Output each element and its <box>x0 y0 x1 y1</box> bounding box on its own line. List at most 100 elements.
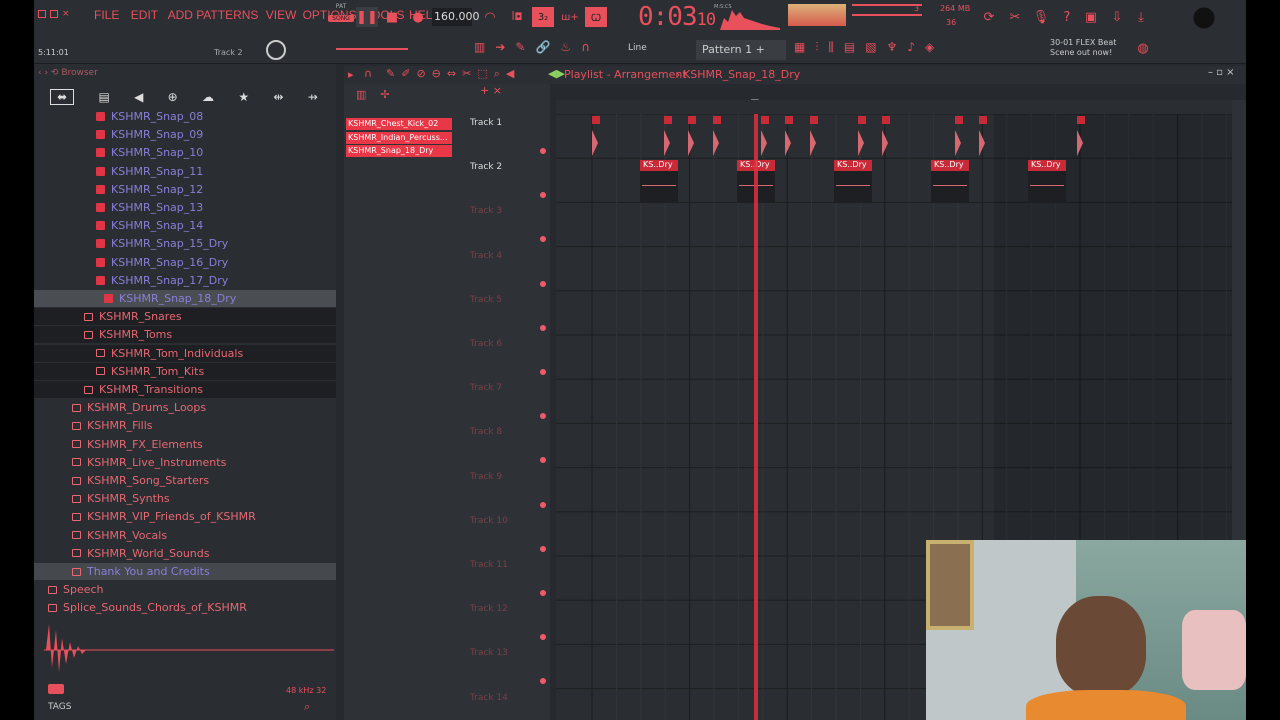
track-mute-button[interactable] <box>540 280 546 287</box>
tempo-tap-icon[interactable]: ♪ <box>907 40 915 60</box>
save-icon[interactable]: ▣ <box>1080 7 1102 27</box>
track-name[interactable]: Track 7 <box>470 383 502 393</box>
browser-item[interactable]: KSHMR_Snap_15_Dry <box>34 235 336 252</box>
track-mute-button[interactable] <box>540 590 546 596</box>
track-name[interactable]: Track 5 <box>470 295 502 305</box>
piano-roll-icon[interactable]: ▤ <box>844 40 855 60</box>
undo-icon[interactable]: ⟳ <box>978 7 1000 27</box>
link-icon[interactable]: 🔗 <box>535 40 550 60</box>
piano-icon[interactable]: ▥ <box>474 40 485 60</box>
browser-item[interactable]: Splice_Sounds_Chords_of_KSHMR <box>34 599 336 614</box>
delete-icon[interactable]: ⊘ <box>416 67 425 81</box>
snap-clip[interactable]: KS..Dry <box>834 160 872 203</box>
playlist-icon[interactable]: ▦ <box>794 40 805 60</box>
track-name[interactable]: Track 8 <box>470 427 502 437</box>
magnet-icon[interactable]: ∩ <box>581 40 590 60</box>
render-icon[interactable]: ⇩ <box>1106 7 1128 27</box>
browser-item[interactable]: KSHMR_Snap_08 <box>34 108 336 125</box>
browser-item[interactable]: KSHMR_Snap_17_Dry <box>34 272 336 289</box>
mute-icon[interactable]: ⊖ <box>432 67 441 81</box>
speaker-tab-icon[interactable]: ◀ <box>134 90 143 104</box>
mixer-icon[interactable]: ⫼ <box>828 40 834 60</box>
brush-icon[interactable]: ✎ <box>515 40 525 60</box>
cut-icon[interactable]: ✂ <box>1004 7 1026 27</box>
track-mute-button[interactable] <box>540 148 546 154</box>
magnet-icon[interactable]: ∩ <box>364 67 372 80</box>
waveform-preview[interactable] <box>44 620 334 682</box>
pat-song-toggle[interactable]: PAT SONG <box>328 3 354 31</box>
snap-clip[interactable]: KS..Dry <box>931 160 969 203</box>
pattern-clip-source[interactable]: KSHMR_Indian_Percuss... <box>346 131 452 144</box>
browser-item[interactable]: KSHMR_Snap_11 <box>34 163 336 180</box>
metronome-icon[interactable]: ◠ <box>479 7 501 27</box>
wait-icon[interactable]: ꟾ◘ <box>506 7 528 27</box>
menu-patterns[interactable]: PATTERNS <box>196 8 258 22</box>
snap-select[interactable]: Line <box>628 43 647 53</box>
stamp-icon[interactable]: ♨ <box>560 40 571 60</box>
channel-rack-icon[interactable]: ⫶ <box>815 40 818 60</box>
clip-handle[interactable] <box>858 116 866 124</box>
main-knob[interactable] <box>266 40 286 60</box>
browser-item[interactable]: KSHMR_World_Sounds <box>34 545 336 562</box>
clip-handle[interactable] <box>810 116 818 124</box>
news-hint[interactable]: 30-01 FLEX Beat Scene out now! <box>1050 38 1116 58</box>
step-edit-icon[interactable]: ш+ <box>559 7 581 27</box>
cloud-tab-icon[interactable]: ☁ <box>202 90 214 104</box>
browser-item[interactable]: KSHMR_Toms <box>34 326 336 344</box>
track-mute-button[interactable] <box>540 457 546 464</box>
browser-item[interactable]: KSHMR_Snap_14 <box>34 217 336 234</box>
menu-file[interactable]: FILE <box>94 8 119 22</box>
clip-handle[interactable] <box>592 116 600 124</box>
browser-item[interactable]: KSHMR_Transitions <box>34 381 336 398</box>
help-icon[interactable]: ? <box>1056 7 1078 27</box>
clip-handle[interactable] <box>785 116 793 124</box>
files-tab-icon[interactable]: ▤ <box>99 90 110 104</box>
browser-item[interactable]: Speech <box>34 581 336 598</box>
slip-icon[interactable]: ⇔ <box>447 67 456 81</box>
expand-icon[interactable]: ⇸ <box>308 90 318 104</box>
browser-item[interactable]: KSHMR_Snares <box>34 308 336 326</box>
select-icon[interactable]: ⬚ <box>477 67 487 81</box>
collapse-icon[interactable]: ⇹ <box>273 90 283 104</box>
speaker-icon[interactable]: ◀ <box>506 67 514 81</box>
track-mute-button[interactable] <box>540 501 546 508</box>
clip-handle[interactable] <box>1077 116 1085 124</box>
track-name[interactable]: Track 2 <box>470 162 502 172</box>
track-name[interactable]: Track 6 <box>470 339 502 349</box>
clip-handle[interactable] <box>882 116 890 124</box>
zoom-icon[interactable]: ⌕ <box>494 67 500 81</box>
browser-item[interactable]: KSHMR_VIP_Friends_of_KSHMR <box>34 508 336 525</box>
clip-handle[interactable] <box>979 116 987 124</box>
track-mute-button[interactable] <box>540 192 546 199</box>
clip-handle[interactable] <box>688 116 696 124</box>
track-name[interactable]: Track 14 <box>470 693 508 703</box>
menu-edit[interactable]: EDIT <box>131 8 158 22</box>
loop-record-icon[interactable]: Ꞷ <box>585 7 607 27</box>
track-name[interactable]: Track 10 <box>470 516 508 526</box>
track-mute-button[interactable] <box>540 545 546 552</box>
plugin-icon[interactable]: ♆ <box>887 40 898 60</box>
pattern-selector[interactable]: Pattern 1 + <box>696 40 786 60</box>
browser-item[interactable]: KSHMR_Snap_12 <box>34 181 336 198</box>
track-name[interactable]: Track 11 <box>470 560 508 570</box>
playlist-arrow-icon[interactable]: ▸ <box>348 68 354 81</box>
snap-clip[interactable]: KS..Dry <box>640 160 678 203</box>
browser-item[interactable]: KSHMR_Snap_16_Dry <box>34 254 336 271</box>
browser-item[interactable]: KSHMR_Snap_09 <box>34 126 336 143</box>
all-tab-icon[interactable]: ⬌ <box>50 89 75 105</box>
playlist-play-icon[interactable]: ◀▶ <box>548 67 565 80</box>
record-button[interactable]: ● <box>407 7 429 27</box>
plugin-tab-icon[interactable]: ⊕ <box>168 90 178 104</box>
browser-icon[interactable]: ▧ <box>865 40 876 60</box>
browser-item[interactable]: KSHMR_Snap_10 <box>34 144 336 161</box>
clip-handle[interactable] <box>761 116 769 124</box>
master-volume-slider[interactable] <box>852 4 922 6</box>
clip-handle[interactable] <box>664 116 672 124</box>
track-name[interactable]: Track 9 <box>470 472 502 482</box>
track-mute-button[interactable] <box>540 678 546 685</box>
paint-icon[interactable]: ✐ <box>401 67 410 81</box>
snap-clip[interactable]: KS..Dry <box>1028 160 1066 203</box>
track-mute-button[interactable] <box>540 413 546 420</box>
countdown-icon[interactable]: 3₂ <box>532 7 554 27</box>
track-mute-button[interactable] <box>540 236 546 243</box>
